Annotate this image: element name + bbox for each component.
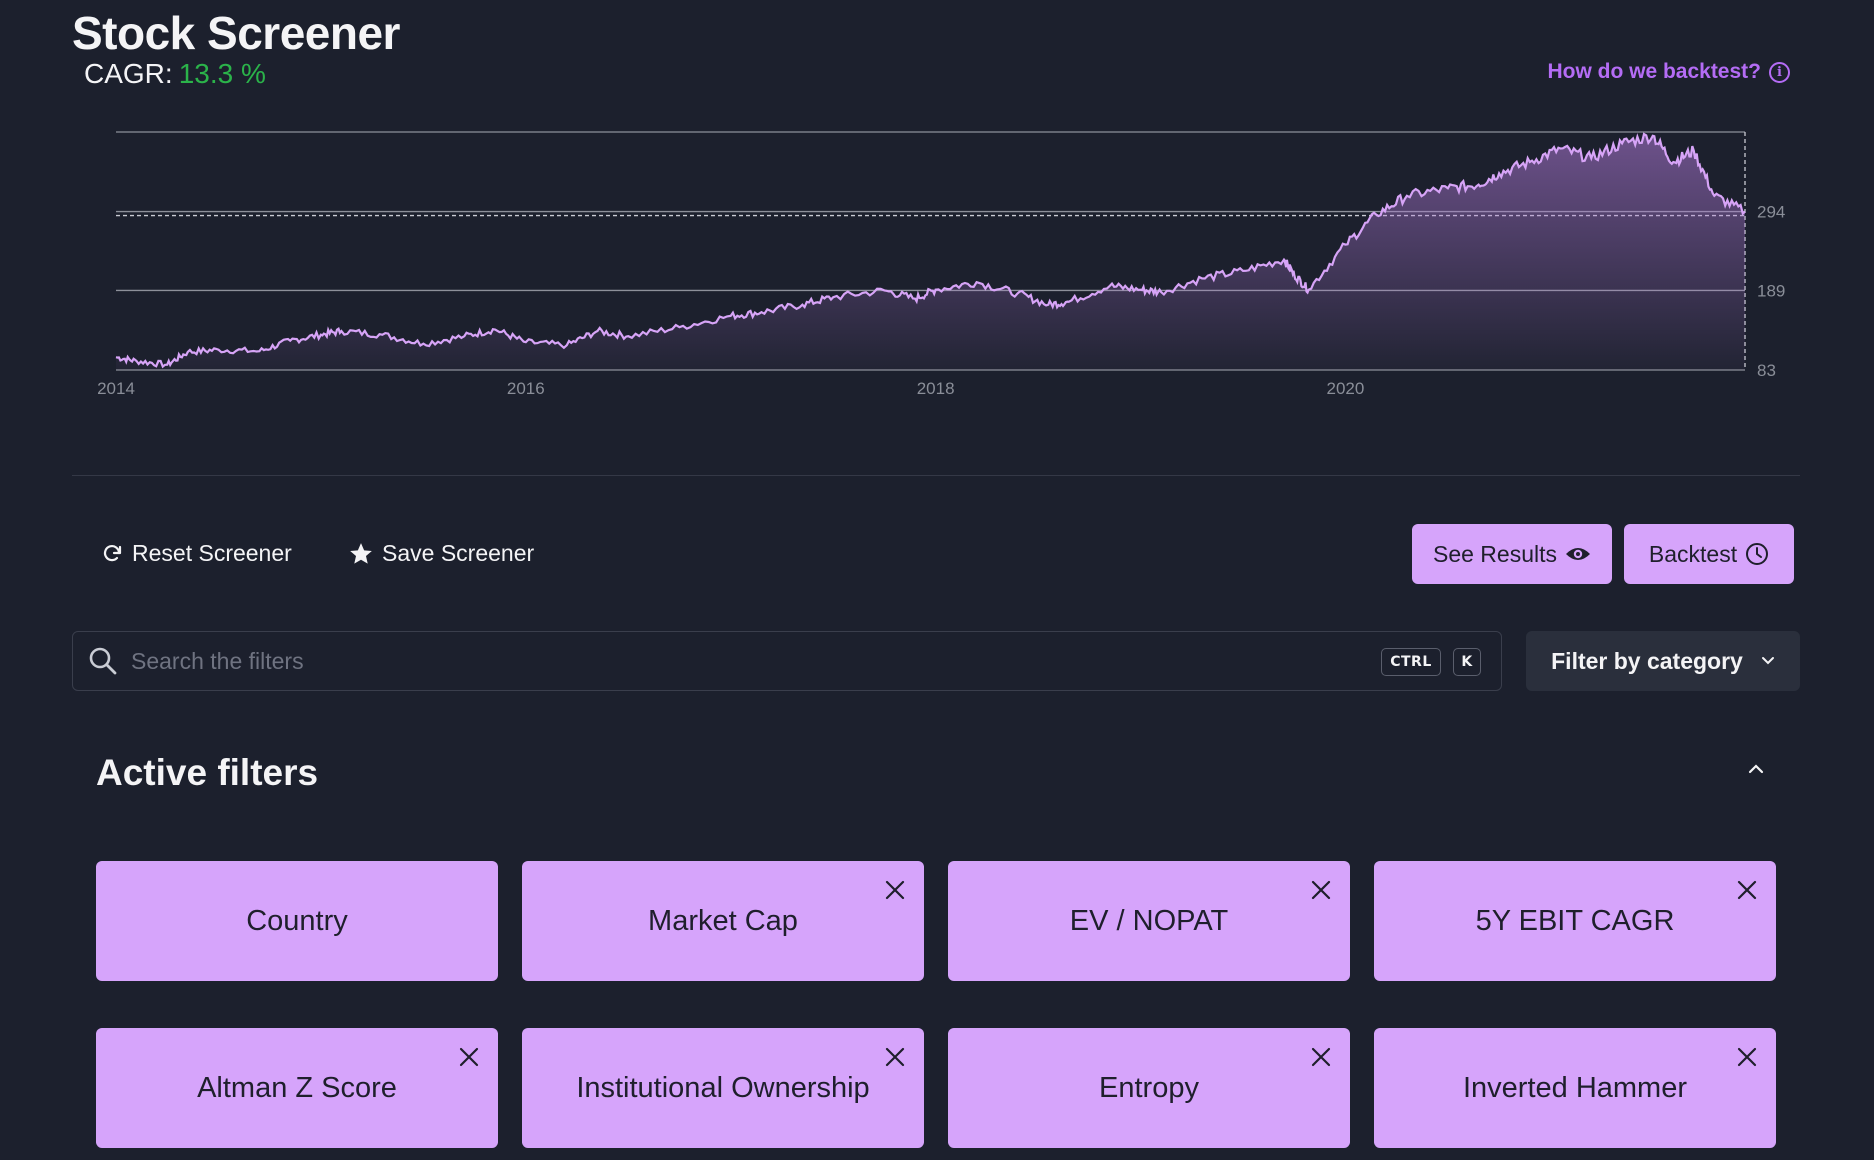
- x-tick-label: 2016: [507, 379, 545, 398]
- filter-card-label: Entropy: [1099, 1071, 1199, 1104]
- search-icon: [89, 647, 117, 675]
- filter-card-entropy[interactable]: Entropy: [948, 1028, 1350, 1148]
- see-results-button[interactable]: See Results: [1412, 524, 1612, 584]
- cagr-stat: CAGR: 13.3 %: [84, 58, 266, 90]
- filter-by-category-dropdown[interactable]: Filter by category: [1526, 631, 1800, 691]
- filter-card-altman-z-score[interactable]: Altman Z Score: [96, 1028, 498, 1148]
- chart-area-fill: [116, 134, 1745, 370]
- refresh-icon: [103, 544, 122, 561]
- filter-card-label: Institutional Ownership: [576, 1071, 870, 1104]
- chevron-up-icon[interactable]: [1747, 763, 1765, 775]
- active-filters-heading: Active filters: [96, 752, 319, 793]
- close-icon[interactable]: [1310, 879, 1332, 901]
- y-tick-label: 294: [1757, 203, 1785, 222]
- reset-screener-label: Reset Screener: [132, 540, 292, 566]
- save-screener-label: Save Screener: [382, 540, 535, 566]
- close-icon[interactable]: [884, 879, 906, 901]
- x-tick-label: 2014: [97, 379, 135, 398]
- search-input[interactable]: [131, 642, 1231, 680]
- star-icon: [350, 542, 372, 564]
- filter-card-label: Altman Z Score: [197, 1071, 397, 1104]
- section-divider: [72, 475, 1800, 476]
- close-icon[interactable]: [1736, 879, 1758, 901]
- y-tick-label: 83: [1757, 361, 1776, 380]
- close-icon[interactable]: [1310, 1046, 1332, 1068]
- filter-by-category-label: Filter by category: [1551, 647, 1743, 674]
- close-icon[interactable]: [458, 1046, 480, 1068]
- close-icon[interactable]: [884, 1046, 906, 1068]
- filter-search-box[interactable]: CTRL K: [72, 631, 1502, 691]
- see-results-label: See Results: [1432, 540, 1557, 567]
- filter-card-inverted-hammer[interactable]: Inverted Hammer: [1374, 1028, 1776, 1148]
- x-tick-label: 2018: [917, 379, 955, 398]
- filter-card-5y-ebit-cagr[interactable]: 5Y EBIT CAGR: [1374, 861, 1776, 981]
- filter-card-label: Market Cap: [648, 904, 798, 937]
- filter-card-label: Inverted Hammer: [1462, 1071, 1687, 1104]
- backtest-chart: 83 189 294 2014 2016 2018 2020: [0, 115, 1874, 415]
- how-do-we-backtest-link[interactable]: How do we backtest? i: [1547, 60, 1790, 84]
- how-do-we-backtest-label: How do we backtest?: [1547, 60, 1761, 83]
- reset-screener-button[interactable]: Reset Screener: [100, 540, 292, 567]
- page-title: Stock Screener: [72, 7, 400, 59]
- backtest-label: Backtest: [1648, 540, 1738, 567]
- filter-card-label: EV / NOPAT: [1069, 904, 1229, 937]
- backtest-chart-svg: 83 189 294 2014 2016 2018 2020: [97, 131, 1785, 398]
- cagr-value: 13.3 %: [178, 58, 266, 89]
- stock-screener-page: Stock Screener CAGR: 13.3 % How do we bac…: [0, 0, 1874, 1160]
- filter-card-label: Country: [246, 904, 348, 937]
- info-icon: i: [1769, 61, 1790, 83]
- ctrl-key-hint: CTRL: [1381, 648, 1441, 676]
- close-icon[interactable]: [1736, 1046, 1758, 1068]
- save-screener-button[interactable]: Save Screener: [348, 540, 534, 567]
- filter-card-ev-nopat[interactable]: EV / NOPAT: [948, 861, 1350, 981]
- x-tick-label: 2020: [1327, 379, 1365, 398]
- cagr-label: CAGR:: [84, 58, 173, 89]
- filter-card-label: 5Y EBIT CAGR: [1475, 904, 1675, 937]
- filter-card-market-cap[interactable]: Market Cap: [522, 861, 924, 981]
- clock-icon: [1746, 543, 1769, 565]
- eye-icon: [1566, 548, 1590, 560]
- filter-card-country[interactable]: Country: [96, 861, 498, 981]
- filter-card-institutional-ownership[interactable]: Institutional Ownership: [522, 1028, 924, 1148]
- k-key-hint: K: [1453, 648, 1481, 676]
- chevron-down-icon: [1761, 657, 1774, 665]
- y-tick-label: 189: [1757, 281, 1785, 300]
- backtest-button[interactable]: Backtest: [1624, 524, 1794, 584]
